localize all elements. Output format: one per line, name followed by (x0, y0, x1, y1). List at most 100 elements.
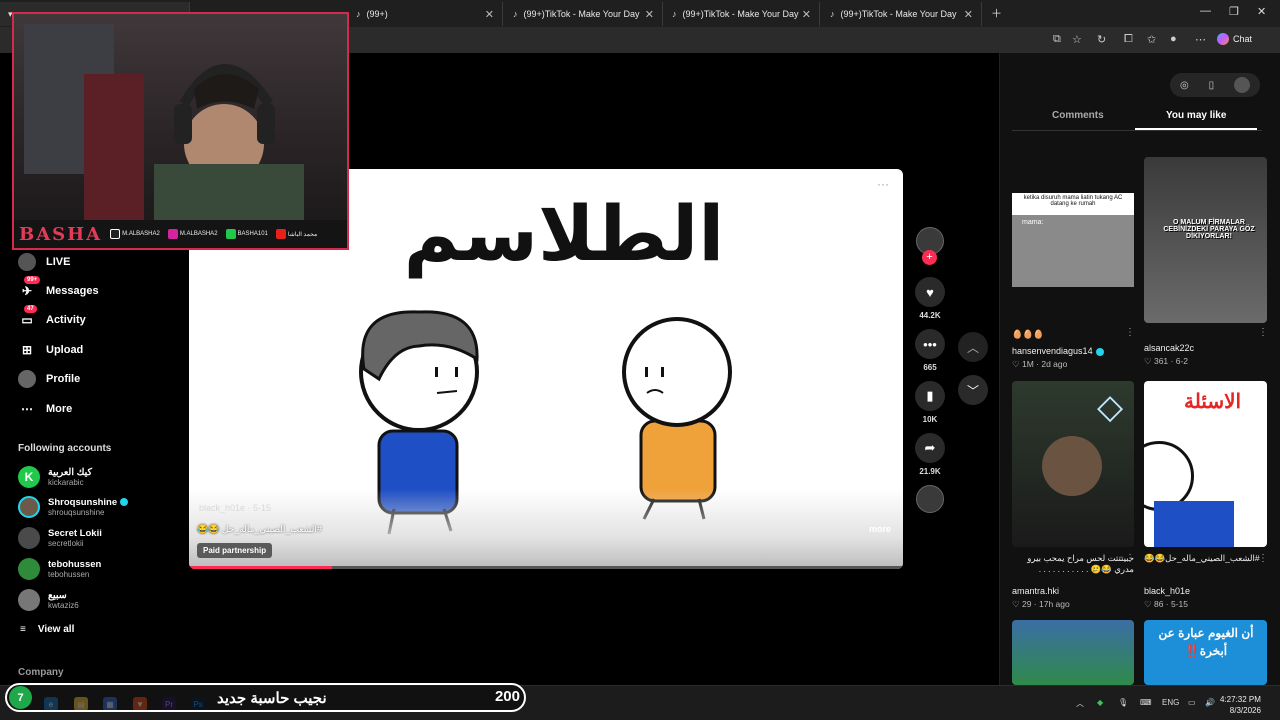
kick-icon (225, 229, 236, 239)
thumbnail-author[interactable]: black_h01e (1144, 586, 1190, 596)
heart-icon[interactable]: ♥ (915, 277, 945, 307)
thumbnail-image (1154, 501, 1234, 547)
more-options-icon[interactable]: ⋮ (1258, 327, 1268, 338)
instagram-icon (167, 229, 178, 239)
webcam-banner: BASHA M.ALBASHA2 M.ALBASHA2 BASHA101 محم… (14, 220, 347, 248)
security-icon[interactable]: ◆ (1097, 698, 1103, 707)
view-all-link[interactable]: ≡ View all (20, 624, 74, 635)
more-options-icon[interactable]: ⋮ (1125, 553, 1135, 564)
follow-plus-icon[interactable]: + (922, 250, 937, 265)
account-name: كيك العربية (48, 467, 92, 478)
microphone-icon[interactable]: 🎙 (1118, 698, 1128, 707)
tiktok-icon: ♪ (672, 9, 677, 19)
tab-1[interactable]: ♪ (99+) ✕ (348, 2, 503, 26)
thumbnail-overlay-text: الاسئلة (1184, 391, 1242, 413)
following-account[interactable]: K كيك العربية kickarabic (18, 466, 92, 488)
video-thumbnail[interactable]: أن الغيوم عبارة عن أبخرة‼️ (1144, 620, 1267, 685)
minimize-icon[interactable]: — (1200, 5, 1211, 17)
tab-3[interactable]: ♪ (99+)TikTok - Make Your Day ✕ (664, 2, 820, 26)
star-icon[interactable]: ☆ (1072, 33, 1082, 46)
video-more-link[interactable]: more (869, 524, 891, 534)
video-progress-bar[interactable] (189, 566, 903, 569)
tiktok-icon: ♪ (356, 9, 361, 19)
next-video-button[interactable]: ﹀ (958, 375, 988, 405)
nav-upload[interactable]: ⊞ Upload (18, 341, 83, 359)
upload-icon: ⊞ (21, 343, 33, 357)
nav-live[interactable]: LIVE (18, 253, 70, 271)
thumbnail-caption: حبيتتتت لحس مراح يمحب بيرو مدري 😂🥲 . . .… (1027, 553, 1134, 574)
tab-you-may-like[interactable]: You may like (1166, 110, 1226, 121)
comment-action[interactable]: ••• 665 (912, 329, 948, 372)
more-options-icon[interactable]: ⋮ (1258, 553, 1268, 564)
network-icon[interactable]: ▭ (1188, 698, 1196, 707)
device-icon[interactable]: ▯ (1209, 80, 1215, 91)
more-options-icon[interactable]: ⋮ (1125, 327, 1135, 338)
video-thumbnail[interactable]: O MALUM FİRMALAR CEBİNİZDEKİ PARAYA GÖZ … (1144, 157, 1267, 323)
system-clock[interactable]: 4:27:32 PM 8/3/2026 (1220, 694, 1261, 716)
avatar (18, 527, 40, 549)
tab-label: (99+)TikTok - Make Your Day (682, 9, 799, 19)
tab-comments[interactable]: Comments (1052, 110, 1104, 121)
explore-icon[interactable]: ◎ (1180, 80, 1189, 91)
refresh-icon[interactable]: ↻ (1097, 33, 1106, 46)
tab-2[interactable]: ♪ (99+)TikTok - Make Your Day ✕ (505, 2, 663, 26)
thumbnail-overlay-text: O MALUM FİRMALAR CEBİNİZDEKİ PARAYA GÖZ … (1163, 219, 1255, 240)
nav-activity[interactable]: ▭ 47 Activity (18, 305, 86, 329)
close-icon[interactable]: ✕ (645, 8, 654, 21)
video-thumbnail[interactable]: ◇ (1012, 381, 1134, 547)
following-account[interactable]: Shroqsunshine shrouqsunshine (18, 496, 129, 518)
extensions-icon[interactable]: ⧠ (1124, 33, 1133, 46)
handle-text: M.ALBASHA2 (122, 231, 160, 237)
thumbnail-author[interactable]: alsancak22c (1144, 343, 1194, 353)
save-action[interactable]: ▮ 10K (912, 381, 948, 424)
profile-avatar-icon[interactable]: ● (1170, 33, 1177, 45)
company-section-title: Company (18, 667, 64, 678)
language-indicator[interactable]: ENG (1162, 698, 1179, 707)
share-icon[interactable]: ➦ (915, 433, 945, 463)
user-avatar-icon[interactable] (1234, 77, 1251, 93)
thumbnail-overlay-text: أن الغيوم عبارة عن أبخرة‼️ (1158, 626, 1254, 658)
activity-icon: ▭ 47 (18, 305, 37, 329)
previous-video-button[interactable]: ︿ (958, 332, 988, 362)
copilot-chat-button[interactable]: Chat (1217, 33, 1252, 45)
nav-messages[interactable]: ✈ 99+ Messages (18, 276, 99, 300)
diamond-icon: ◇ (1097, 388, 1124, 426)
menu-icon[interactable]: ⋯ (1195, 33, 1206, 46)
close-window-icon[interactable]: ✕ (1257, 5, 1266, 18)
following-account[interactable]: tebohussen tebohussen (18, 558, 101, 580)
close-icon[interactable]: ✕ (485, 8, 494, 21)
sound-avatar[interactable] (916, 485, 944, 513)
video-thumbnail[interactable]: ketika disuruh mama liatin tukang AC dat… (1012, 157, 1134, 323)
nav-label: Profile (46, 373, 81, 385)
comment-icon[interactable]: ••• (915, 329, 945, 359)
following-account[interactable]: سبيع kwtaziz6 (18, 589, 79, 611)
paid-partnership-badge: Paid partnership (197, 543, 273, 558)
tab-4[interactable]: ♪ (99+)TikTok - Make Your Day ✕ (822, 2, 982, 26)
maximize-icon[interactable]: ❐ (1229, 5, 1239, 18)
video-author[interactable]: black_h01e · 5-15 (199, 503, 271, 513)
nav-profile[interactable]: Profile (18, 370, 80, 388)
thumbnail-author[interactable]: amantra.hki (1012, 586, 1059, 596)
thumbnail-author[interactable]: hansenvendiagus14 (1012, 346, 1104, 356)
clock-time: 4:27:32 PM (1220, 695, 1261, 704)
keyboard-icon[interactable]: ⌨ (1140, 698, 1152, 707)
close-icon[interactable]: ✕ (964, 8, 973, 21)
video-progress-fill (189, 566, 332, 569)
video-thumbnail[interactable]: الاسئلة (1144, 381, 1267, 547)
like-action[interactable]: ♥ 44.2K (912, 277, 948, 320)
chevron-up-icon[interactable]: ︿ (1076, 698, 1084, 709)
right-panel: ◎ ▯ Comments You may like ketika disuruh… (999, 53, 1280, 685)
nav-more[interactable]: ⋯ More (18, 400, 72, 418)
instagram-handle: M.ALBASHA2 (167, 229, 218, 239)
close-icon[interactable]: ✕ (802, 8, 811, 21)
video-thumbnail[interactable] (1012, 620, 1134, 685)
following-account[interactable]: Secret Lokii secretlokii (18, 527, 102, 549)
share-action[interactable]: ➦ 21.9K (912, 433, 948, 476)
bookmark-icon[interactable]: ▮ (915, 381, 945, 411)
handle-text: محمد الباشا (287, 231, 318, 238)
volume-icon[interactable]: 🔊 (1205, 698, 1215, 707)
split-screen-icon[interactable]: ⧉ (1053, 33, 1061, 46)
new-tab-icon[interactable]: ＋ (991, 5, 1002, 21)
favorites-icon[interactable]: ✩ (1147, 33, 1156, 46)
active-tab-indicator (1135, 128, 1257, 130)
